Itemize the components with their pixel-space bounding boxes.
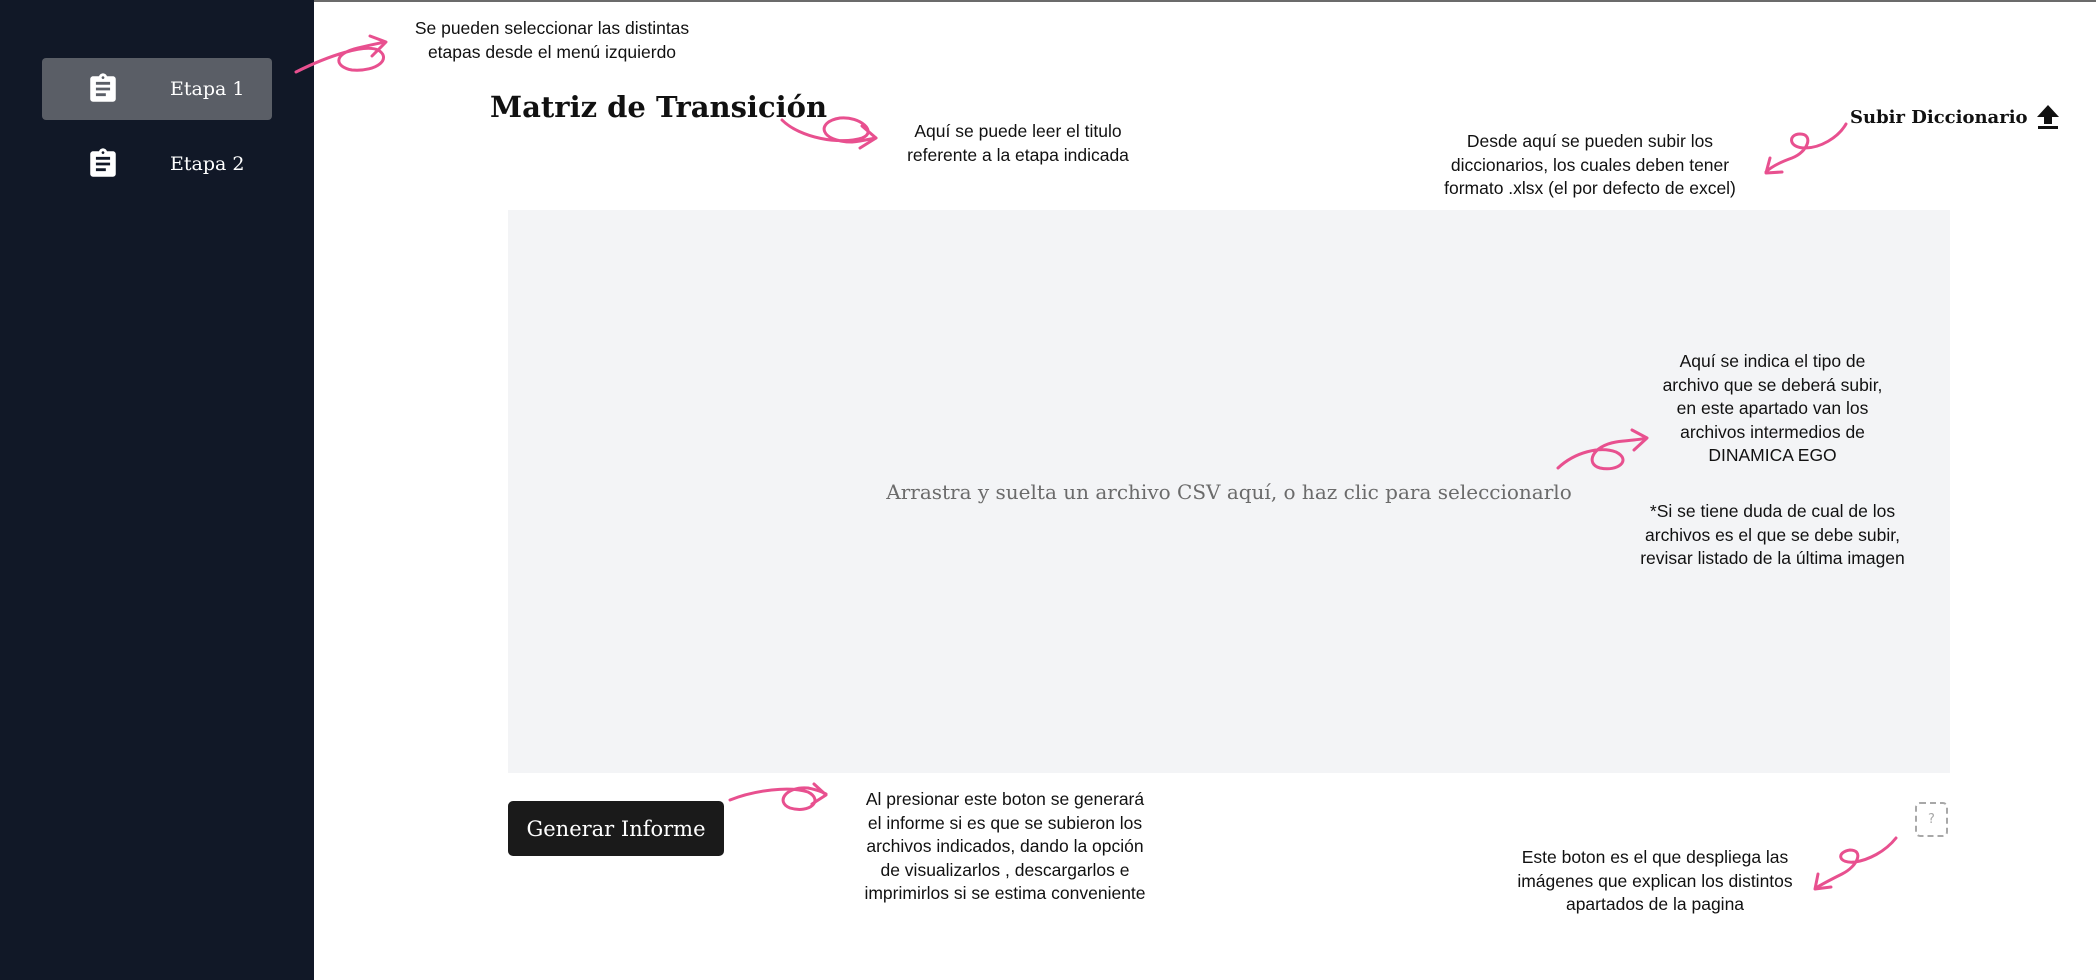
upload-dictionary-button[interactable]: Subir Diccionario [1850, 100, 2060, 134]
sidebar-item-label: Etapa 1 [170, 78, 245, 100]
annotation-help: Este boton es el que despliega las imáge… [1517, 847, 1793, 914]
annotation-dropzone: Aquí se indica el tipo de archivo que se… [1662, 351, 1883, 465]
annotation-upload: Desde aquí se pueden subir los diccionar… [1444, 131, 1736, 198]
annotation-title: Aquí se puede leer el titulo referente a… [907, 121, 1129, 165]
annotation-sidebar: Se pueden seleccionar las distintas etap… [414, 18, 690, 62]
dropzone-text: Arrastra y suelta un archivo CSV aquí, o… [886, 479, 1572, 504]
sidebar-item-etapa-2[interactable]: Etapa 2 [42, 133, 272, 195]
annotation-generate: Al presionar este boton se generará el i… [864, 789, 1146, 903]
clipboard-icon [90, 73, 116, 102]
arrow-to-help [1813, 836, 1898, 891]
csv-dropzone[interactable]: Arrastra y suelta un archivo CSV aquí, o… [508, 210, 1950, 773]
sidebar-item-label: Etapa 2 [170, 153, 245, 175]
sidebar: Etapa 1 Etapa 2 [0, 0, 314, 980]
top-border [0, 0, 2096, 2]
page-title: Matriz de Transición [490, 90, 828, 124]
upload-icon [2036, 105, 2059, 129]
upload-dictionary-label: Subir Diccionario [1850, 106, 2028, 128]
generate-report-button[interactable]: Generar Informe [508, 801, 724, 856]
help-icon: ? [1928, 812, 1935, 827]
clipboard-icon [90, 148, 116, 177]
sidebar-item-etapa-1[interactable]: Etapa 1 [42, 58, 272, 120]
arrow-to-generate [728, 782, 828, 811]
help-button[interactable]: ? [1915, 802, 1948, 837]
annotation-dropzone-hint: *Si se tiene duda de cual de los archivo… [1640, 501, 1905, 568]
